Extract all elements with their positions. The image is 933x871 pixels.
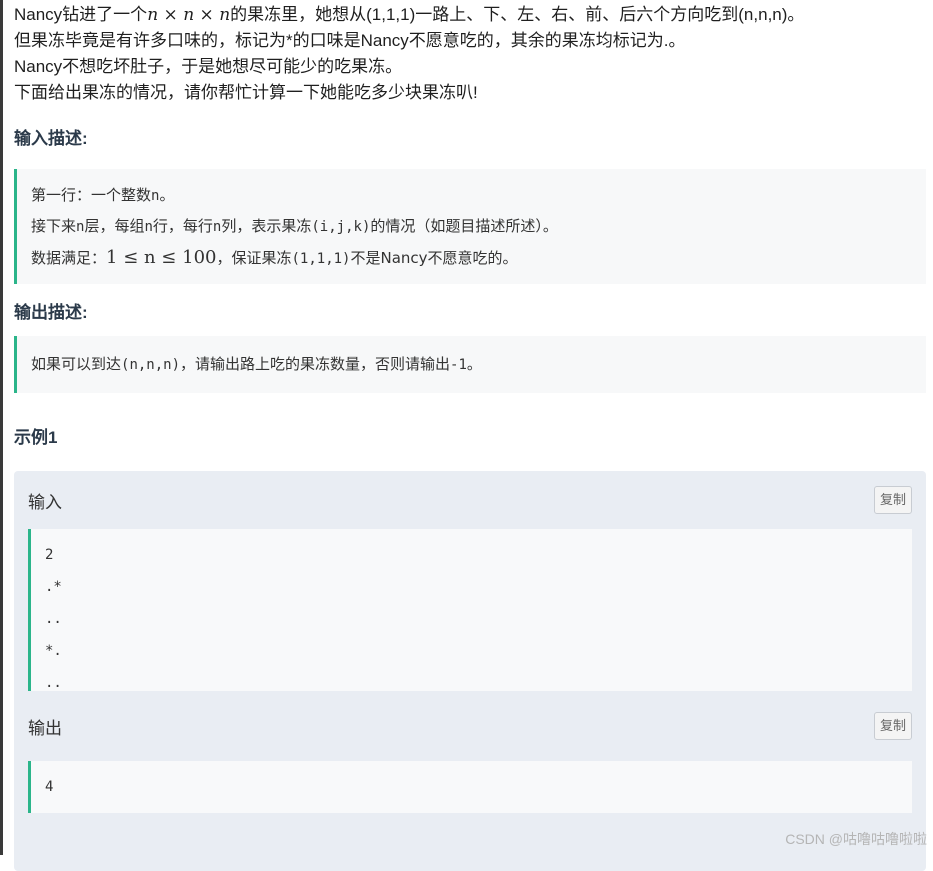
output-description: 如果可以到达(n,n,n)，请输出路上吃的果冻数量，否则请输出-1。 [14, 336, 926, 393]
copy-input-button[interactable]: 复制 [873, 486, 912, 514]
example-box: 输入 复制 2 .* .. *. .. 输出 复制 4 [14, 471, 926, 871]
input-line-3: 数据满足：1 ≤ n ≤ 100，保证果冻(1,1,1)不是Nancy不愿意吃的… [31, 247, 518, 268]
copy-output-button[interactable]: 复制 [873, 712, 912, 740]
example-heading: 示例1 [14, 428, 58, 447]
intro-math: n × n × n [147, 5, 231, 25]
intro-line-1: Nancy钻进了一个n × n × n的果冻里，她想从(1,1,1)一路上、下、… [14, 5, 805, 25]
input-heading: 输入描述: [14, 129, 88, 148]
example-output-code: 4 [28, 761, 912, 813]
input-line-1: 第一行：一个整数n。 [31, 186, 175, 204]
code-line: .* [45, 579, 62, 595]
code-line: 2 [45, 547, 54, 563]
code-line: 4 [45, 779, 54, 795]
example-output-header: 输出 复制 [28, 691, 912, 761]
intro-line-4: 下面给出果冻的情况，请你帮忙计算一下她能吃多少块果冻叭! [14, 83, 478, 102]
constraint-math: 1 ≤ n ≤ 100 [106, 247, 217, 268]
input-line-2: 接下来n层，每组n行，每行n列，表示果冻(i,j,k)的情况（如题目描述所述）。 [31, 217, 558, 235]
example-output-label: 输出 [28, 718, 62, 738]
example-input-label: 输入 [28, 492, 62, 512]
output-heading: 输出描述: [14, 303, 88, 322]
example-input-header: 输入 复制 [28, 471, 912, 529]
intro-line-2: 但果冻毕竟是有许多口味的，标记为*的口味是Nancy不愿意吃的，其余的果冻均标记… [14, 31, 686, 50]
input-description: 第一行：一个整数n。 接下来n层，每组n行，每行n列，表示果冻(i,j,k)的情… [14, 169, 926, 284]
left-border [0, 0, 3, 855]
example-input-code: 2 .* .. *. .. [28, 529, 912, 691]
code-line: *. [45, 643, 62, 659]
code-line: .. [45, 611, 62, 627]
intro-line-3: Nancy不想吃坏肚子，于是她想尽可能少的吃果冻。 [14, 57, 403, 76]
output-line: 如果可以到达(n,n,n)，请输出路上吃的果冻数量，否则请输出-1。 [31, 355, 482, 373]
watermark: CSDN @咕噜咕噜啦啦 [785, 831, 927, 847]
problem-description: Nancy钻进了一个n × n × n的果冻里，她想从(1,1,1)一路上、下、… [14, 0, 926, 106]
problem-content: Nancy钻进了一个n × n × n的果冻里，她想从(1,1,1)一路上、下、… [14, 0, 926, 871]
